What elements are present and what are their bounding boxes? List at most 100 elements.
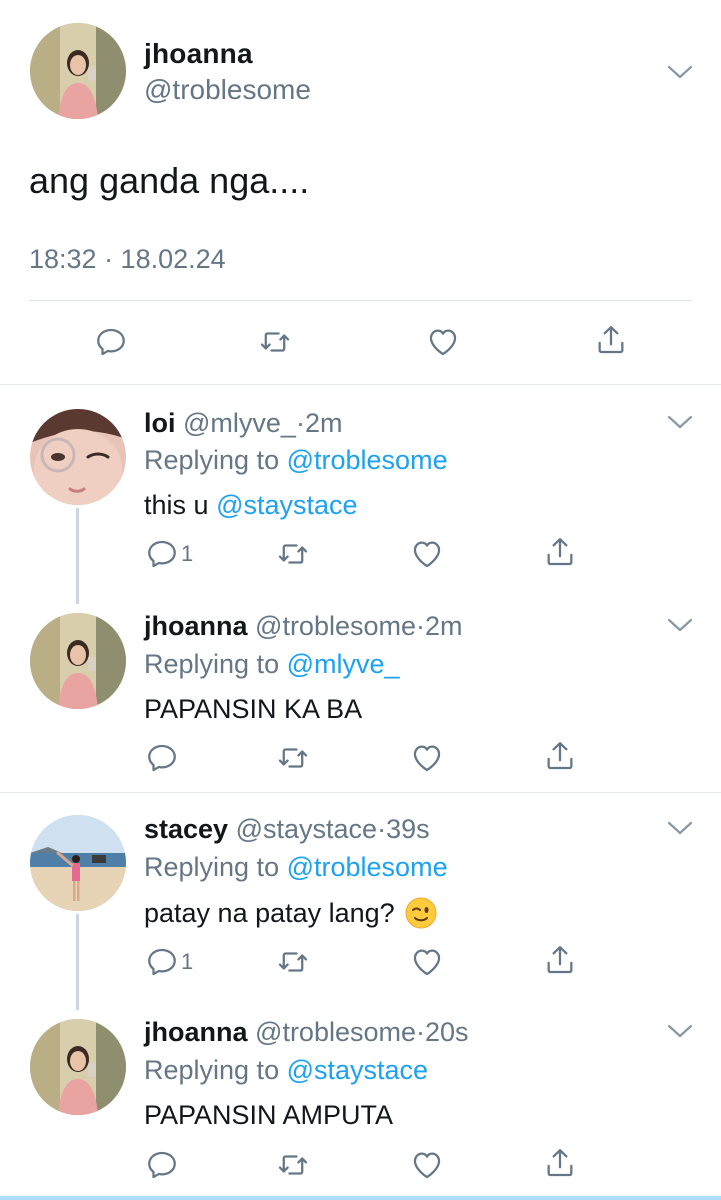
author-name[interactable]: stacey bbox=[144, 814, 228, 844]
share-icon bbox=[543, 739, 577, 773]
author-name[interactable]: jhoanna bbox=[144, 38, 253, 70]
reply-icon bbox=[145, 945, 179, 979]
like-button[interactable] bbox=[426, 325, 460, 359]
replying-to-label: Replying to bbox=[144, 649, 280, 679]
chevron-down-icon bbox=[667, 820, 693, 836]
share-icon bbox=[543, 1146, 577, 1180]
chevron-down-icon bbox=[667, 1023, 693, 1039]
mention-link[interactable]: @mlyve_ bbox=[287, 649, 400, 679]
like-icon bbox=[410, 741, 444, 775]
tweet-menu-button[interactable] bbox=[667, 1023, 693, 1039]
author-handle[interactable]: @staystace bbox=[236, 814, 377, 844]
reply-count: 1 bbox=[181, 541, 194, 566]
author-name[interactable]: jhoanna bbox=[144, 611, 248, 641]
like-icon bbox=[410, 1148, 444, 1182]
reply-text: this u @staystace bbox=[144, 490, 358, 521]
like-button[interactable] bbox=[410, 1148, 444, 1182]
avatar[interactable] bbox=[30, 815, 126, 911]
profile-photo-jhoanna bbox=[30, 23, 126, 119]
reply-button[interactable] bbox=[145, 741, 179, 775]
reply-button[interactable]: 1 bbox=[145, 945, 193, 979]
like-button[interactable] bbox=[410, 741, 444, 775]
tweet-menu-button[interactable] bbox=[667, 820, 693, 836]
replying-to-label: Replying to bbox=[144, 852, 280, 882]
tweet-timestamp[interactable]: 18:32 · 18.02.24 bbox=[29, 244, 226, 275]
divider bbox=[29, 300, 692, 301]
share-button[interactable] bbox=[594, 323, 628, 357]
thread-connector bbox=[76, 914, 79, 1010]
retweet-button[interactable] bbox=[258, 325, 292, 359]
author-name[interactable]: jhoanna bbox=[144, 1017, 248, 1047]
avatar[interactable] bbox=[30, 1019, 126, 1115]
reply-text: PAPANSIN AMPUTA bbox=[144, 1100, 394, 1130]
retweet-icon bbox=[276, 537, 310, 571]
replying-to-line: Replying to @troblesome bbox=[144, 852, 448, 883]
chevron-down-icon bbox=[667, 64, 693, 80]
avatar[interactable] bbox=[30, 613, 126, 709]
author-handle[interactable]: @troblesome bbox=[255, 1017, 416, 1047]
replying-to-line: Replying to @troblesome bbox=[144, 445, 448, 476]
mention-link[interactable]: @staystace bbox=[216, 490, 357, 520]
tweet-menu-button[interactable] bbox=[667, 617, 693, 633]
profile-photo-jhoanna bbox=[30, 613, 126, 709]
tweet-menu-button[interactable] bbox=[667, 64, 693, 80]
profile-photo-loi bbox=[30, 409, 126, 505]
separator-dot: · bbox=[416, 611, 426, 641]
bottom-edge bbox=[0, 1196, 721, 1200]
share-button[interactable] bbox=[543, 535, 577, 569]
like-button[interactable] bbox=[410, 537, 444, 571]
author-name[interactable]: loi bbox=[144, 408, 176, 438]
share-button[interactable] bbox=[543, 1146, 577, 1180]
share-icon bbox=[594, 323, 628, 357]
retweet-icon bbox=[276, 945, 310, 979]
chevron-down-icon bbox=[667, 414, 693, 430]
like-icon bbox=[410, 945, 444, 979]
mention-link[interactable]: @staystace bbox=[287, 1055, 428, 1085]
author-handle[interactable]: @mlyve_ bbox=[183, 408, 296, 438]
like-button[interactable] bbox=[410, 945, 444, 979]
reply-text: patay na patay lang? bbox=[144, 897, 437, 929]
like-icon bbox=[426, 325, 460, 359]
reply-icon bbox=[145, 537, 179, 571]
like-icon bbox=[410, 537, 444, 571]
reply-button[interactable] bbox=[145, 1148, 179, 1182]
retweet-icon bbox=[276, 741, 310, 775]
share-icon bbox=[543, 943, 577, 977]
share-button[interactable] bbox=[543, 943, 577, 977]
replying-to-label: Replying to bbox=[144, 445, 280, 475]
retweet-button[interactable] bbox=[276, 537, 310, 571]
reply-time[interactable]: 2m bbox=[425, 611, 463, 641]
mention-link[interactable]: @troblesome bbox=[287, 852, 448, 882]
reply-time[interactable]: 2m bbox=[305, 408, 343, 438]
author-handle[interactable]: @troblesome bbox=[255, 611, 416, 641]
share-button[interactable] bbox=[543, 739, 577, 773]
retweet-button[interactable] bbox=[276, 741, 310, 775]
tweet-menu-button[interactable] bbox=[667, 414, 693, 430]
retweet-icon bbox=[276, 1148, 310, 1182]
winking-face-emoji bbox=[405, 897, 437, 929]
reply-text: PAPANSIN KA BA bbox=[144, 694, 363, 724]
retweet-icon bbox=[258, 325, 292, 359]
reply-time[interactable]: 20s bbox=[425, 1017, 469, 1047]
reply-header: jhoanna @troblesome·20s bbox=[144, 1017, 469, 1048]
replying-to-line: Replying to @mlyve_ bbox=[144, 649, 400, 680]
reply-button[interactable]: 1 bbox=[145, 537, 193, 571]
profile-photo-jhoanna bbox=[30, 1019, 126, 1115]
reply-icon bbox=[94, 325, 128, 359]
reply-button[interactable] bbox=[94, 325, 128, 359]
author-handle[interactable]: @troblesome bbox=[144, 74, 311, 106]
avatar[interactable] bbox=[30, 409, 126, 505]
replying-to-label: Replying to bbox=[144, 1055, 280, 1085]
reply-text-body: patay na patay lang? bbox=[144, 897, 395, 928]
chevron-down-icon bbox=[667, 617, 693, 633]
tweet-text: ang ganda nga.... bbox=[29, 160, 310, 201]
divider bbox=[0, 792, 721, 793]
separator-dot: · bbox=[295, 408, 305, 438]
retweet-button[interactable] bbox=[276, 945, 310, 979]
retweet-button[interactable] bbox=[276, 1148, 310, 1182]
mention-link[interactable]: @troblesome bbox=[287, 445, 448, 475]
profile-photo-stacey bbox=[30, 815, 126, 911]
reply-header: stacey @staystace·39s bbox=[144, 814, 430, 845]
reply-time[interactable]: 39s bbox=[386, 814, 430, 844]
avatar[interactable] bbox=[30, 23, 126, 119]
